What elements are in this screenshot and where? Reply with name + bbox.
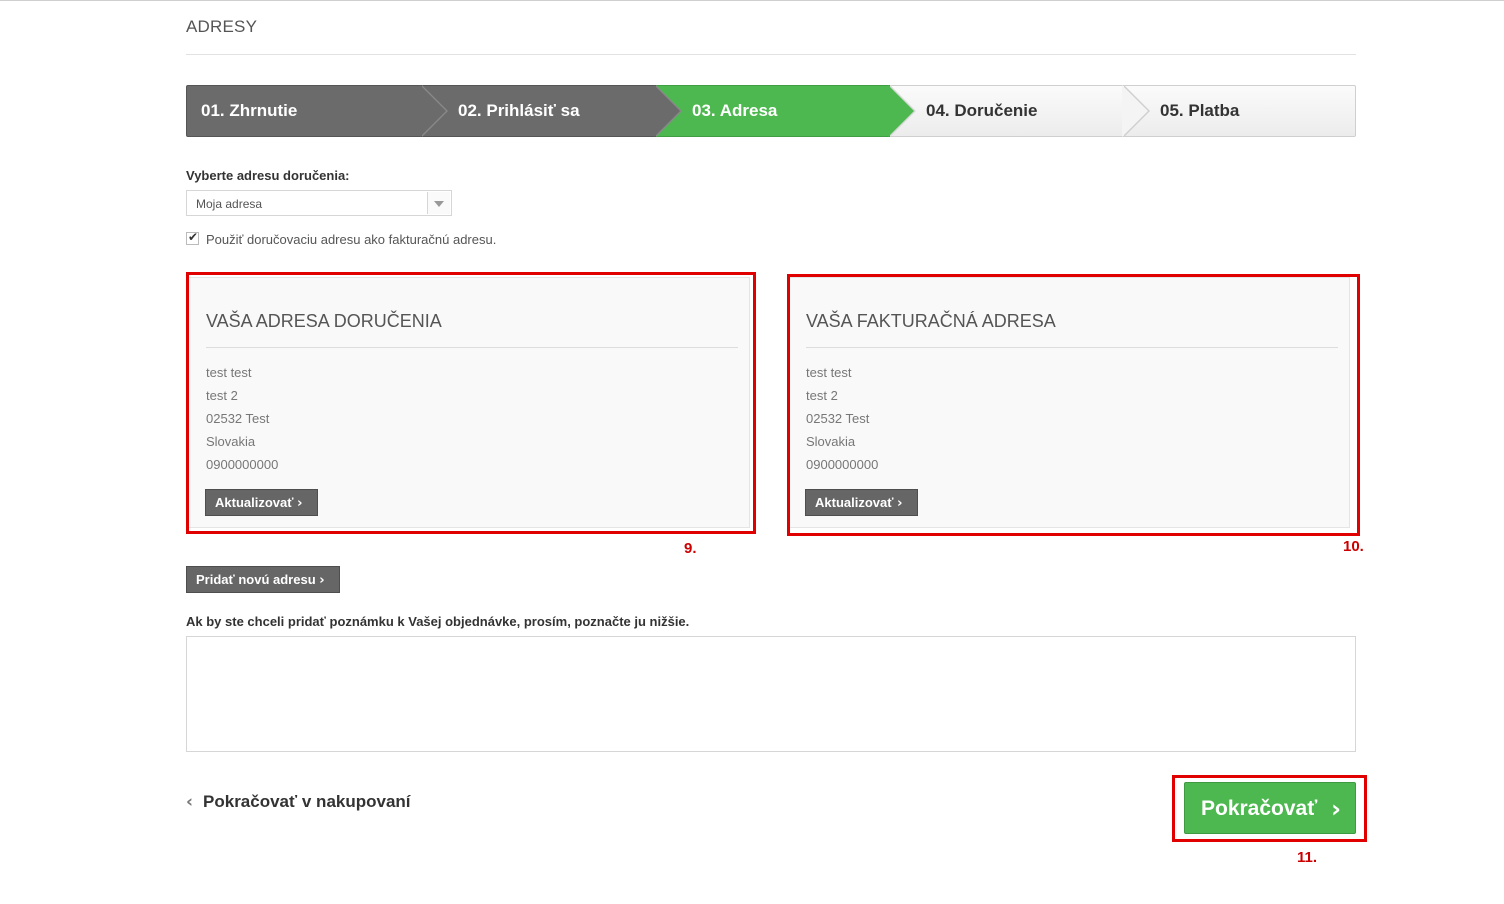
annotation-number-billing: 10. [1343, 538, 1364, 555]
continue-shopping-label: Pokračovať v nakupovaní [203, 792, 411, 811]
same-address-label: Použiť doručovaciu adresu ako fakturačnú… [206, 232, 497, 247]
step-summary-label: 01. Zhrnutie [201, 101, 298, 120]
annotation-box-delivery [186, 272, 756, 534]
step-separator [1122, 85, 1148, 137]
order-note-textarea[interactable] [186, 636, 1356, 752]
continue-shopping-link[interactable]: ‹ Pokračovať v nakupovaní [186, 792, 411, 812]
chevron-right-icon: › [319, 573, 325, 588]
checkout-steps: 01. Zhrnutie 02. Prihlásiť sa 03. Adresa… [186, 85, 1356, 137]
caret-down-icon[interactable] [427, 192, 450, 214]
same-address-checkbox[interactable]: ✔ [186, 230, 199, 245]
step-login-label: 02. Prihlásiť sa [458, 101, 580, 120]
step-summary[interactable]: 01. Zhrnutie [186, 85, 422, 137]
step-address-label: 03. Adresa [692, 101, 778, 120]
annotation-box-billing [787, 274, 1360, 536]
title-divider [186, 54, 1356, 55]
add-address-button[interactable]: Pridať novú adresu › [186, 566, 340, 593]
step-payment-label: 05. Platba [1160, 101, 1240, 120]
page-title: ADRESY [186, 17, 258, 36]
annotation-number-delivery: 9. [684, 540, 697, 557]
top-border [0, 0, 1504, 1]
step-login[interactable]: 02. Prihlásiť sa [422, 85, 656, 137]
step-delivery: 04. Doručenie [890, 85, 1124, 137]
chevron-left-icon: ‹ [186, 792, 194, 812]
step-separator [888, 85, 914, 137]
step-separator [420, 85, 446, 137]
annotation-box-continue [1172, 775, 1367, 842]
step-separator [654, 85, 680, 137]
add-address-label: Pridať novú adresu [196, 572, 316, 587]
annotation-number-continue: 11. [1297, 849, 1318, 866]
check-icon: ✔ [188, 230, 199, 244]
step-payment: 05. Platba [1124, 85, 1356, 137]
delivery-select-label: Vyberte adresu doručenia: [186, 168, 350, 183]
delivery-select-value: Moja adresa [196, 197, 263, 211]
step-delivery-label: 04. Doručenie [926, 101, 1038, 120]
delivery-address-select[interactable]: Moja adresa [186, 190, 452, 216]
order-note-label: Ak by ste chceli pridať poznámku k Vašej… [186, 614, 690, 629]
step-address[interactable]: 03. Adresa [656, 85, 890, 137]
